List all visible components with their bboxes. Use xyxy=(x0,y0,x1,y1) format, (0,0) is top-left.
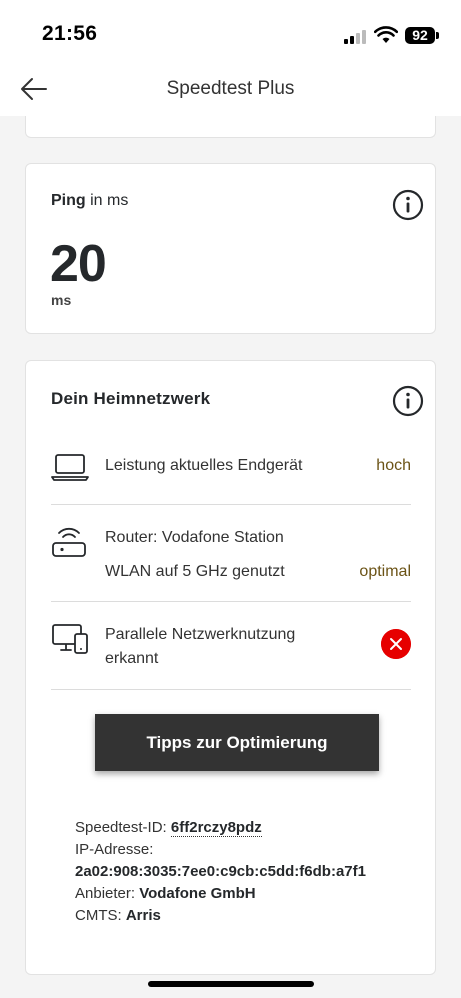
ping-value: 20 xyxy=(50,235,107,293)
router-icon xyxy=(52,527,86,557)
scroll-content[interactable]: Ping in ms 20 ms Dein Heimnetzwerk Leist… xyxy=(0,116,461,998)
wlan-value: optimal xyxy=(359,563,411,580)
home-network-title: Dein Heimnetzwerk xyxy=(51,389,211,408)
device-performance-label: Leistung aktuelles Endgerät xyxy=(105,457,303,474)
wlan-label: WLAN auf 5 GHz genutzt xyxy=(105,563,285,580)
parallel-usage-line2: erkannt xyxy=(105,650,159,667)
home-indicator[interactable] xyxy=(148,981,314,987)
app-header: Speedtest Plus xyxy=(0,62,461,116)
info-icon[interactable] xyxy=(392,189,424,221)
cmts-line: CMTS: Arris xyxy=(75,907,161,924)
device-performance-row: Leistung aktuelles Endgerät hoch xyxy=(51,450,411,482)
previous-card xyxy=(25,116,436,138)
parallel-usage-row: Parallele Netzwerknutzung erkannt xyxy=(51,621,411,677)
battery-tip xyxy=(436,32,439,39)
ip-address: 2a02:908:3035:7ee0:c9cb:c5dd:f6db:a7f1 xyxy=(75,863,366,880)
info-icon[interactable] xyxy=(392,385,424,417)
device-performance-value: hoch xyxy=(376,457,411,474)
devices-icon xyxy=(52,624,88,654)
ip-label: IP-Adresse: xyxy=(75,841,154,858)
speedtest-id-line: Speedtest-ID: 6ff2rczy8pdz xyxy=(75,819,262,837)
battery-indicator: 92 xyxy=(405,27,435,44)
provider-line: Anbieter: Vodafone GmbH xyxy=(75,885,256,902)
ping-card: Ping in ms 20 ms xyxy=(25,163,436,334)
ping-unit: ms xyxy=(51,292,72,308)
ping-label: Ping in ms xyxy=(51,192,129,209)
status-time: 21:56 xyxy=(42,22,98,45)
router-label: Router: Vodafone Station xyxy=(105,529,284,546)
cellular-signal-icon xyxy=(344,30,368,44)
router-row: Router: Vodafone Station WLAN auf 5 GHz … xyxy=(51,524,411,588)
parallel-usage-line1: Parallele Netzwerknutzung xyxy=(105,626,296,643)
divider xyxy=(51,504,411,505)
home-network-card: Dein Heimnetzwerk Leistung aktuelles End… xyxy=(25,360,436,975)
speedtest-id[interactable]: 6ff2rczy8pdz xyxy=(170,819,262,837)
optimization-tips-button[interactable]: Tipps zur Optimierung xyxy=(95,714,379,771)
laptop-icon xyxy=(51,454,89,481)
page-title: Speedtest Plus xyxy=(166,78,295,99)
status-bar: 21:56 92 xyxy=(0,0,461,62)
wifi-icon xyxy=(374,26,398,43)
divider xyxy=(51,689,411,690)
error-x-icon xyxy=(381,629,411,659)
speedtest-details: Speedtest-ID: 6ff2rczy8pdz IP-Adresse: 2… xyxy=(75,817,366,927)
divider xyxy=(51,601,411,602)
